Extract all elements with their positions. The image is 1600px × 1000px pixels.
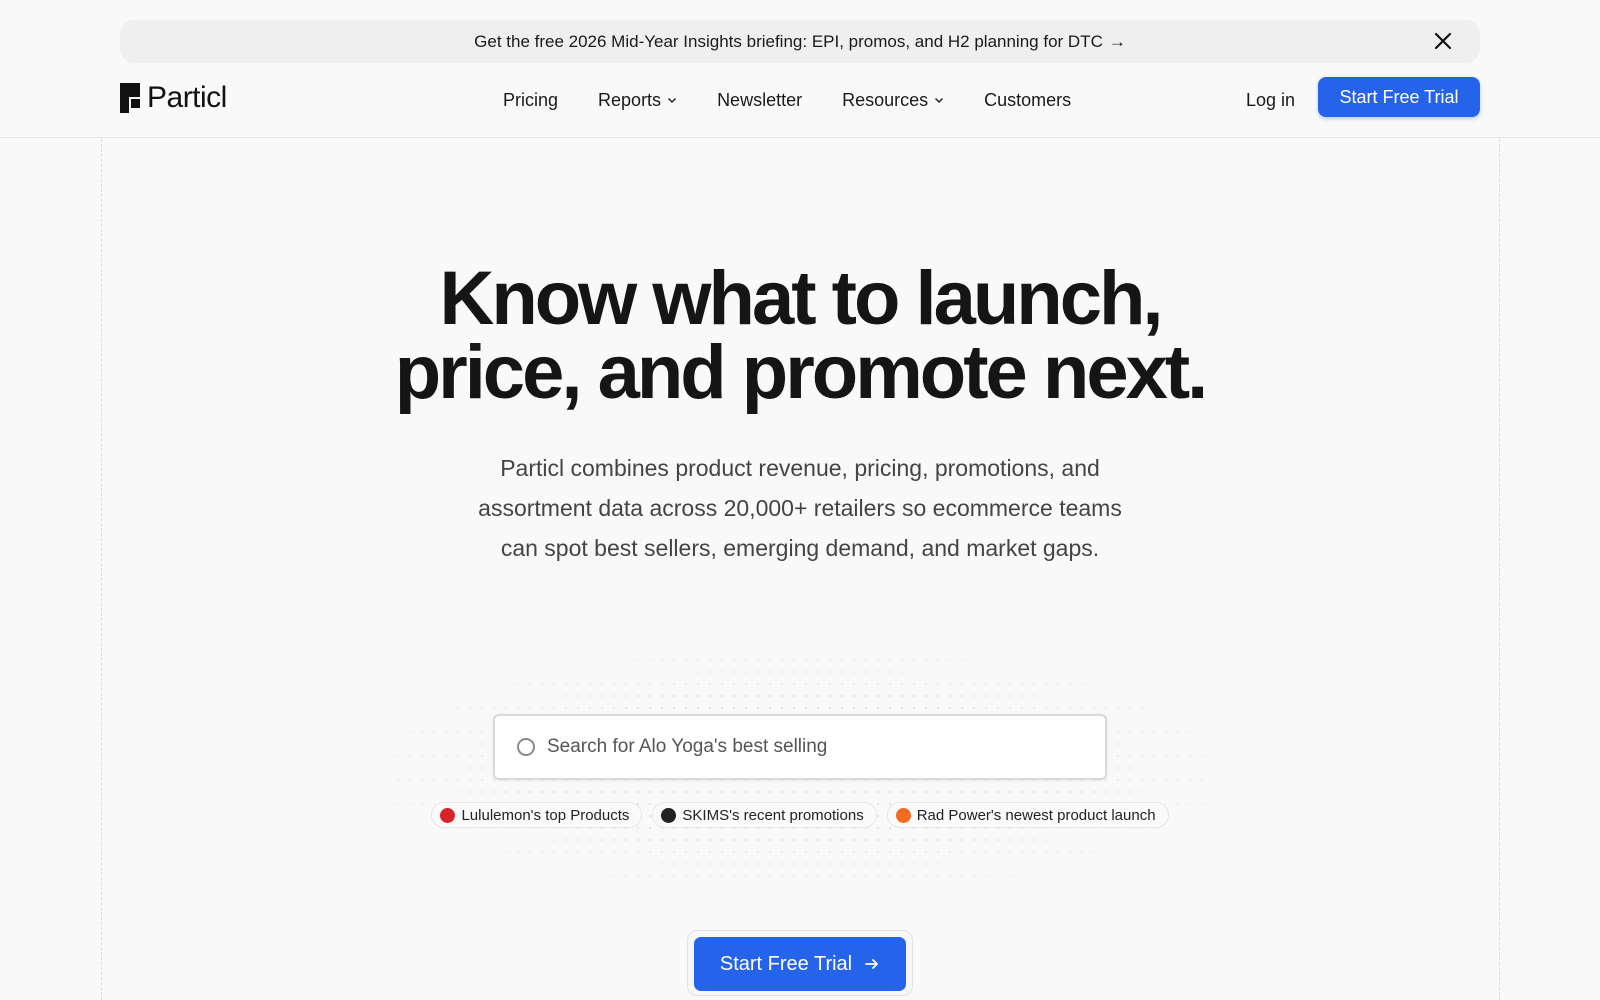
search-input[interactable] — [547, 736, 1087, 758]
start-free-trial-button[interactable]: Start Free Trial — [1318, 77, 1480, 117]
chip-label: Lululemon's top Products — [461, 806, 630, 824]
cta-main-frame: Start Free Trial — [687, 930, 913, 996]
lululemon-logo-icon — [440, 807, 456, 823]
top-navigation: Particl Pricing Reports Newsletter Resou… — [0, 63, 1600, 138]
nav-item-customers[interactable]: Customers — [984, 85, 1071, 115]
chevron-down-icon — [668, 97, 677, 104]
announcement-banner[interactable]: Get the free 2026 Mid-Year Insights brie… — [120, 20, 1480, 63]
nav-item-resources[interactable]: Resources — [842, 85, 944, 115]
guide-line-left — [101, 139, 102, 1000]
suggestion-chips: Lululemon's top Products SKIMS's recent … — [414, 802, 1186, 830]
cta-main-label: Start Free Trial — [719, 952, 853, 975]
suggestion-chip-lululemon[interactable]: Lululemon's top Products — [431, 802, 643, 828]
nav-item-pricing[interactable]: Pricing — [503, 85, 558, 115]
chip-label: Rad Power's newest product launch — [916, 806, 1156, 824]
skims-logo-icon — [661, 807, 677, 823]
main-menu: Pricing Reports Newsletter Resources Cus… — [503, 85, 1111, 115]
nav-label: Resources — [842, 89, 929, 110]
hero-title-line-1: Know what to launch, — [439, 256, 1163, 341]
banner-text[interactable]: Get the free 2026 Mid-Year Insights brie… — [474, 32, 1103, 52]
arrow-right-icon — [865, 959, 879, 969]
nav-label: Customers — [984, 89, 1072, 110]
rad-power-logo-icon — [895, 807, 911, 823]
nav-item-newsletter[interactable]: Newsletter — [717, 85, 802, 115]
guide-line-right — [1499, 139, 1500, 1000]
hero-title: Know what to launch, price, and promote … — [300, 261, 1300, 411]
search-box[interactable] — [493, 714, 1107, 780]
start-free-trial-main-button[interactable]: Start Free Trial — [694, 937, 906, 991]
brand-logo[interactable]: Particl — [120, 81, 227, 115]
chevron-down-icon — [935, 97, 944, 104]
suggestion-chip-rad-power[interactable]: Rad Power's newest product launch — [886, 802, 1169, 828]
hero-title-line-2: price, and promote next. — [394, 330, 1209, 415]
particl-logo-icon — [120, 83, 140, 113]
close-icon[interactable] — [1432, 30, 1454, 52]
nav-item-reports[interactable]: Reports — [598, 85, 677, 115]
chip-label: SKIMS's recent promotions — [682, 806, 864, 824]
loading-circle-icon — [517, 738, 535, 756]
nav-label: Reports — [598, 89, 662, 110]
hero-subtitle: Particl combines product revenue, pricin… — [478, 455, 1122, 561]
banner-arrow-icon: → — [1108, 31, 1126, 51]
nav-label: Pricing — [503, 89, 559, 110]
nav-label: Newsletter — [717, 89, 803, 110]
suggestion-chip-skims[interactable]: SKIMS's recent promotions — [652, 802, 877, 828]
brand-name: Particl — [147, 81, 227, 114]
login-link[interactable]: Log in — [1246, 85, 1295, 115]
